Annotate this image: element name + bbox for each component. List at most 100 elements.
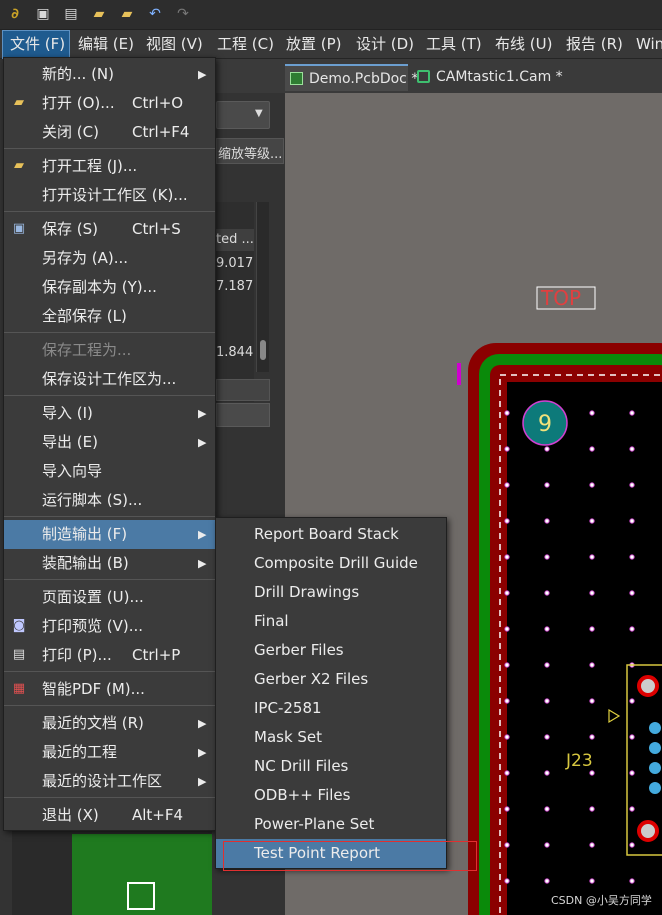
watermark: CSDN @小吴方同学 (551, 894, 652, 907)
via (504, 446, 510, 452)
file-menu-dropdown: 新的... (N) ▶ ▰ 打开 (O)... Ctrl+O 关闭 (C) Ctrl+F4 ▰… (3, 57, 216, 831)
menu-item-import-wizard[interactable]: 导入向导 (4, 457, 215, 486)
view-dropdown[interactable]: ▼ (216, 101, 270, 129)
panel-field[interactable] (216, 403, 270, 427)
menu-item-open-project[interactable]: ▰ 打开工程 (J)... (4, 152, 215, 181)
save-icon[interactable]: ▣ (34, 5, 52, 23)
menu-item-assembly-outputs[interactable]: 装配输出 (B) ▶ (4, 549, 215, 578)
submenu-item-power-plane-set[interactable]: Power-Plane Set (216, 810, 446, 839)
menu-item-save-as[interactable]: 另存为 (A)... (4, 244, 215, 273)
fabrication-outputs-submenu: Report Board Stack Composite Drill Guide D… (215, 517, 447, 869)
menu-item-recent-projects[interactable]: 最近的工程 ▶ (4, 738, 215, 767)
via (544, 482, 550, 488)
zoom-level-label: 缩放等级... (218, 147, 283, 162)
menu-item-print[interactable]: ▤ 打印 (P)... Ctrl+P (4, 641, 215, 670)
via (504, 770, 510, 776)
via (544, 446, 550, 452)
submenu-item-gerber-files[interactable]: Gerber Files (216, 636, 446, 665)
menu-item-open[interactable]: ▰ 打开 (O)... Ctrl+O (4, 89, 215, 118)
via (629, 878, 635, 884)
menu-window[interactable]: Win (636, 30, 662, 59)
menu-item-save-workspace-as[interactable]: 保存设计工作区为... (4, 365, 215, 394)
pcb-file-icon (290, 72, 303, 85)
menu-place[interactable]: 放置 (P) (286, 30, 342, 59)
shortcut-label: Ctrl+O (132, 94, 184, 112)
submenu-arrow-icon: ▶ (198, 528, 207, 541)
shortcut-label: Ctrl+S (132, 220, 181, 238)
menu-item-close[interactable]: 关闭 (C) Ctrl+F4 (4, 118, 215, 147)
via (589, 518, 595, 524)
via (544, 518, 550, 524)
annotation-highlight-box (223, 841, 477, 871)
chevron-down-icon: ▼ (255, 108, 263, 119)
panel-field[interactable] (216, 379, 270, 401)
redo-icon[interactable]: ↷ (174, 5, 192, 23)
via (504, 554, 510, 560)
menu-separator (4, 516, 215, 517)
data-table: ted ... 9.017 7.187 1.844 (216, 202, 254, 402)
menu-item-save[interactable]: ▣ 保存 (S) Ctrl+S (4, 215, 215, 244)
via (504, 590, 510, 596)
menu-design[interactable]: 设计 (D) (356, 30, 414, 59)
menu-item-new[interactable]: 新的... (N) ▶ (4, 60, 215, 89)
menu-route[interactable]: 布线 (U) (495, 30, 552, 59)
submenu-item-report-board-stack[interactable]: Report Board Stack (216, 520, 446, 549)
menu-item-open-workspace[interactable]: 打开设计工作区 (K)... (4, 181, 215, 210)
table-cell: 7.187 (216, 279, 254, 294)
shortcut-label: Alt+F4 (132, 806, 184, 824)
via (629, 770, 635, 776)
via (589, 806, 595, 812)
tab-camtastic[interactable]: CAMtastic1.Cam * (412, 64, 563, 91)
via (544, 842, 550, 848)
menu-project[interactable]: 工程 (C) (217, 30, 274, 59)
submenu-item-gerber-x2-files[interactable]: Gerber X2 Files (216, 665, 446, 694)
submenu-item-final[interactable]: Final (216, 607, 446, 636)
menu-reports[interactable]: 报告 (R) (566, 30, 623, 59)
menu-item-label: 保存副本为 (Y)... (42, 278, 157, 296)
save-all-icon[interactable]: ▤ (62, 5, 80, 23)
menu-item-page-setup[interactable]: 页面设置 (U)... (4, 583, 215, 612)
menu-item-print-preview[interactable]: ◙ 打印预览 (V)... (4, 612, 215, 641)
open-project-icon[interactable]: ▰ (118, 5, 136, 23)
menu-item-label: 导入 (I) (42, 404, 93, 422)
via (544, 770, 550, 776)
open-folder-icon[interactable]: ▰ (90, 5, 108, 23)
submenu-arrow-icon: ▶ (198, 775, 207, 788)
table-header: ted ... (216, 229, 254, 251)
menu-file[interactable]: 文件 (F) (2, 30, 70, 59)
menu-item-recent-workspaces[interactable]: 最近的设计工作区 ▶ (4, 767, 215, 796)
menu-item-save-all[interactable]: 全部保存 (L) (4, 302, 215, 331)
menu-item-save-copy-as[interactable]: 保存副本为 (Y)... (4, 273, 215, 302)
menu-item-smart-pdf[interactable]: ▦ 智能PDF (M)... (4, 675, 215, 704)
submenu-item-ipc-2581[interactable]: IPC-2581 (216, 694, 446, 723)
scrollbar-thumb[interactable] (260, 340, 266, 360)
zoom-level-button[interactable]: 缩放等级... (216, 138, 284, 164)
menu-item-fabrication-outputs[interactable]: 制造输出 (F) ▶ (4, 520, 215, 549)
menu-item-label: 打印 (P)... (42, 646, 112, 664)
menu-item-label: 打印预览 (V)... (42, 617, 144, 635)
menu-view[interactable]: 视图 (V) (146, 30, 203, 59)
tab-demo-pcbdoc[interactable]: Demo.PcbDoc * (285, 64, 418, 91)
menu-bar: 文件 (F) 编辑 (E) 视图 (V) 工程 (C) 放置 (P) 设计 (D… (0, 30, 662, 59)
menu-item-import[interactable]: 导入 (I) ▶ (4, 399, 215, 428)
menu-item-save-project-as: 保存工程为... (4, 336, 215, 365)
table-scrollbar[interactable] (256, 202, 269, 372)
menu-item-export[interactable]: 导出 (E) ▶ (4, 428, 215, 457)
menu-tools[interactable]: 工具 (T) (426, 30, 482, 59)
menu-item-recent-documents[interactable]: 最近的文档 (R) ▶ (4, 709, 215, 738)
via (629, 698, 635, 704)
submenu-item-odb-files[interactable]: ODB++ Files (216, 781, 446, 810)
submenu-item-composite-drill-guide[interactable]: Composite Drill Guide (216, 549, 446, 578)
submenu-item-drill-drawings[interactable]: Drill Drawings (216, 578, 446, 607)
menu-item-run-script[interactable]: 运行脚本 (S)... (4, 486, 215, 515)
undo-icon[interactable]: ↶ (146, 5, 164, 23)
via (504, 734, 510, 740)
menu-edit[interactable]: 编辑 (E) (78, 30, 134, 59)
menu-item-label: 最近的文档 (R) (42, 714, 144, 732)
menu-item-exit[interactable]: 退出 (X) Alt+F4 (4, 801, 215, 830)
menu-separator (4, 671, 215, 672)
submenu-item-nc-drill-files[interactable]: NC Drill Files (216, 752, 446, 781)
via (629, 446, 635, 452)
via (589, 482, 595, 488)
submenu-item-mask-set[interactable]: Mask Set (216, 723, 446, 752)
